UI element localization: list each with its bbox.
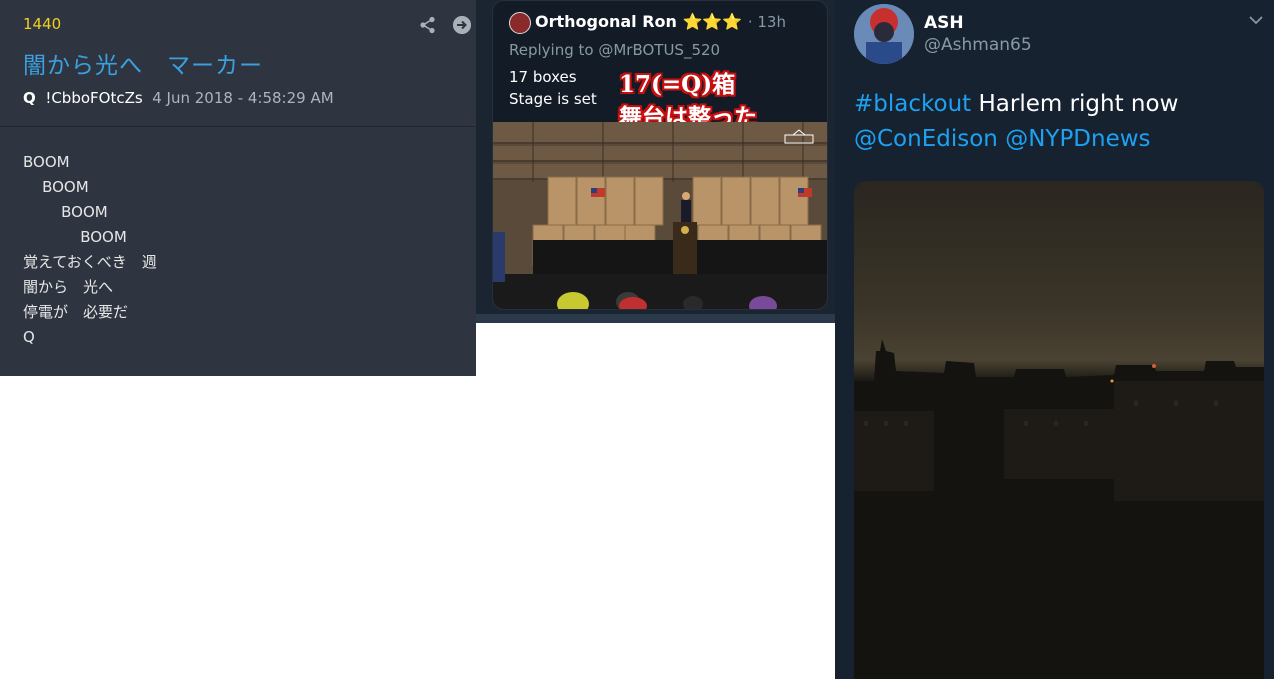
divider	[0, 126, 476, 127]
post-body: BOOM BOOM BOOM BOOM 覚えておくべき 週 闇から 光へ 停電が…	[23, 152, 157, 352]
post-tripcode: !CbboFOtcZs	[45, 89, 143, 107]
author-handle[interactable]: @Ashman65	[924, 35, 1032, 55]
hashtag-link[interactable]: #blackout	[854, 91, 971, 117]
tweet-author: Orthogonal Ron ⭐⭐⭐ · 13h	[535, 12, 786, 31]
post-line: 停電が 必要だ	[23, 303, 129, 321]
tweet-text-line: 17 boxes	[509, 68, 577, 86]
tweet-text-line: Stage is set	[509, 90, 597, 108]
arrow-right-icon[interactable]	[453, 16, 471, 34]
post-number[interactable]: 1440	[23, 15, 61, 33]
post-title: 闇から光へ マーカー	[23, 53, 263, 79]
avatar[interactable]	[509, 12, 531, 34]
post-line: BOOM	[23, 178, 89, 196]
avatar[interactable]	[854, 4, 914, 64]
mention-link[interactable]: @ConEdison	[854, 126, 998, 152]
quoted-tweet-card[interactable]: Orthogonal Ron ⭐⭐⭐ · 13h Replying to @Mr…	[492, 0, 828, 310]
overlay-caption: 17(=Q)箱	[619, 71, 736, 98]
post-line: BOOM	[23, 203, 108, 221]
q-post-panel: 1440 闇から光へ マーカー Q !CbboFOtcZs 4 Jun 2018…	[0, 0, 476, 376]
boxes-tweet-panel: Orthogonal Ron ⭐⭐⭐ · 13h Replying to @Mr…	[476, 0, 835, 323]
author-name[interactable]: ASH	[924, 13, 964, 33]
mention-link[interactable]: @NYPDnews	[1005, 126, 1150, 152]
chevron-down-icon[interactable]	[1248, 14, 1264, 26]
post-line: 覚えておくべき 週	[23, 253, 157, 271]
post-line: BOOM	[23, 228, 127, 246]
post-line: Q	[23, 328, 35, 346]
post-line: 闇から 光へ	[23, 278, 114, 296]
author-name[interactable]: Orthogonal Ron	[535, 12, 677, 31]
blackout-tweet-panel: ASH @Ashman65 #blackout Harlem right now…	[835, 0, 1274, 679]
share-icon[interactable]	[419, 16, 437, 34]
event-photo[interactable]	[493, 122, 827, 309]
post-author: Q	[23, 89, 36, 107]
tweet-text: #blackout Harlem right now	[854, 91, 1178, 117]
tweet-mentions: @ConEdison @NYPDnews	[854, 126, 1151, 152]
tweet-time[interactable]: · 13h	[748, 13, 786, 31]
replying-to[interactable]: Replying to @MrBOTUS_520	[509, 41, 720, 59]
post-meta: Q !CbboFOtcZs 4 Jun 2018 - 4:58:29 AM	[23, 89, 334, 107]
blackout-photo[interactable]	[854, 181, 1264, 679]
post-date: 4 Jun 2018 - 4:58:29 AM	[152, 89, 334, 107]
tweet-text-body: Harlem right now	[971, 91, 1179, 117]
post-line: BOOM	[23, 153, 70, 171]
divider	[476, 314, 835, 323]
stars-emoji: ⭐⭐⭐	[682, 12, 743, 31]
